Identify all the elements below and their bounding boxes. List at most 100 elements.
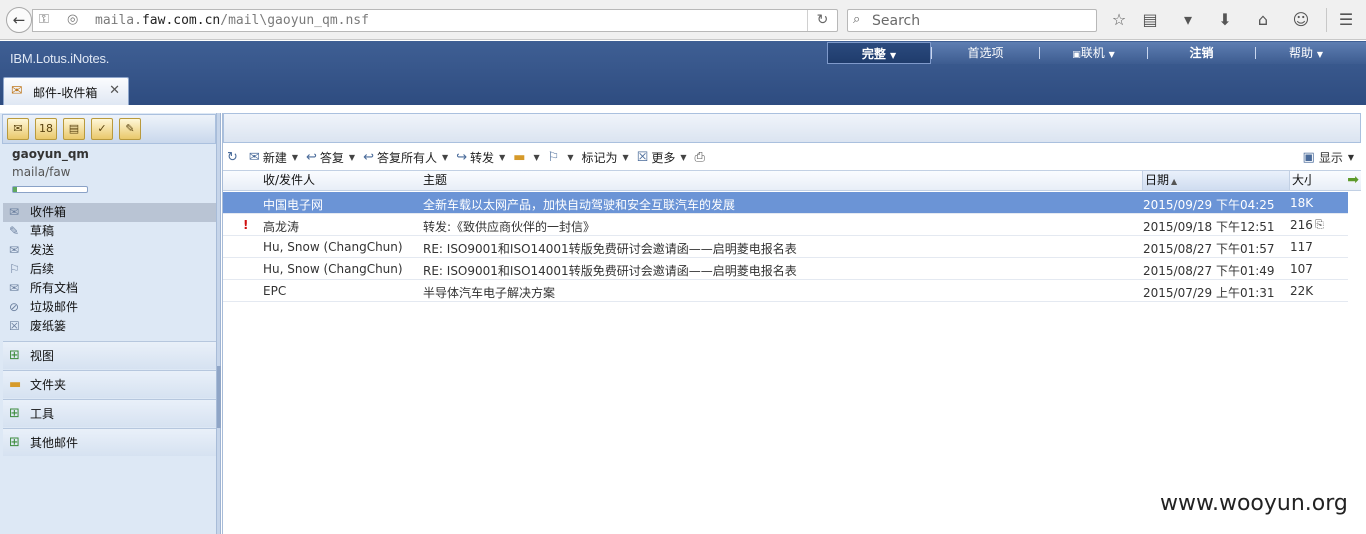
tab-label: 邮件-收件箱 xyxy=(33,86,98,100)
column-date[interactable]: 日期 ▲ xyxy=(1142,171,1290,190)
user-name: gaoyun_qm xyxy=(12,147,89,161)
message-from: EPC xyxy=(263,284,287,298)
folder-list: ✉ 收件箱 ✎ 草稿 ✉ 发送 ⚐ 后续 ✉ 所有文档 ⊘ 垃圾邮件 ☒ 废纸篓 xyxy=(3,203,216,336)
contacts-icon[interactable]: ▤ xyxy=(63,118,85,140)
menu-help[interactable]: 帮助 ▼ xyxy=(1256,42,1356,64)
next-arrow-icon[interactable]: ➡ xyxy=(1347,172,1359,188)
more-button[interactable]: ☒ 更多 ▼ xyxy=(637,149,687,166)
refresh-button[interactable]: ↻ xyxy=(227,150,241,165)
sort-ascending-icon: ▲ xyxy=(1171,177,1178,186)
menu-logout[interactable]: 注销 xyxy=(1148,42,1255,64)
home-icon[interactable]: ⌂ xyxy=(1251,9,1275,31)
download-icon[interactable]: ⬇ xyxy=(1213,9,1237,31)
quota-fill xyxy=(13,187,17,192)
message-row[interactable]: Hu, Snow (ChangChun) RE: ISO9001和ISO14001… xyxy=(223,236,1348,258)
forward-button[interactable]: ↪ 转发 ▼ xyxy=(456,149,505,166)
reply-icon: ↩ xyxy=(305,149,317,165)
sent-icon: ✉ xyxy=(9,243,20,257)
chevron-down-icon: ▼ xyxy=(1316,50,1323,59)
folder-junk[interactable]: ⊘ 垃圾邮件 xyxy=(3,298,216,317)
search-input[interactable] xyxy=(872,12,1092,29)
message-row[interactable]: 中国电子网 全新车载以太网产品，加快自动驾驶和安全互联汽车的发展 2015/09/2… xyxy=(223,192,1348,214)
globe-icon: ◎ xyxy=(67,12,79,27)
chat-icon[interactable]: ☺ xyxy=(1289,9,1313,31)
bookmark-star-icon[interactable]: ☆ xyxy=(1107,9,1131,31)
tab-strip: ✉ 邮件-收件箱 ✕ xyxy=(0,75,1366,105)
menu-preferences[interactable]: 首选项 xyxy=(932,42,1039,64)
documents-icon: ✉ xyxy=(9,281,20,295)
message-list: 中国电子网 全新车载以太网产品，加快自动驾驶和安全互联汽车的发展 2015/09/2… xyxy=(223,192,1348,302)
group-tools[interactable]: ⊞ 工具 xyxy=(3,399,216,427)
mail-view: ↻ ✉ 新建 ▼ ↩ 答复 ▼ ↩ 答复所有人 ▼ ↪ 转发 ▼ ▬ ▼ ⚐ ▼ 标记为 ▼ ☒ 更多 ▼… xyxy=(222,113,1361,534)
display-icon: ▣ xyxy=(1302,150,1315,165)
user-server: maila/faw xyxy=(12,165,71,179)
group-views[interactable]: ⊞ 视图 xyxy=(3,341,216,369)
column-from[interactable]: 收/发件人 xyxy=(263,171,315,190)
message-row[interactable]: Hu, Snow (ChangChun) RE: ISO9001和ISO14001… xyxy=(223,258,1348,280)
sidebar: ✉ 18 ▤ ✓ ✎ gaoyun_qm maila/faw ✉ 收件箱 ✎ 草稿 … xyxy=(0,113,217,534)
message-date: 2015/07/29 上午01:31 xyxy=(1143,286,1275,300)
group-other-mail[interactable]: ⊞ 其他邮件 xyxy=(3,428,216,456)
reply-all-icon: ↩ xyxy=(363,149,374,165)
brand-logo: IBM.Lotus.iNotes. xyxy=(10,51,110,66)
column-size[interactable]: 大小 xyxy=(1292,171,1312,190)
message-size: 107 xyxy=(1290,262,1313,276)
display-button[interactable]: ▣ 显示 ▼ xyxy=(1303,149,1354,166)
message-row[interactable]: ! 高龙涛 转发:《致供应商伙伴的一封信》 2015/09/18 下午12:51 216… xyxy=(223,214,1348,236)
chevron-down-icon: ▼ xyxy=(441,152,449,162)
menu-full-mode[interactable]: 完整 ▼ xyxy=(827,42,931,64)
chevron-down-icon: ▼ xyxy=(567,152,574,162)
chevron-down-icon: ▼ xyxy=(533,152,540,162)
chevron-down-icon: ▼ xyxy=(1347,153,1354,162)
message-date: 2015/09/29 下午04:25 xyxy=(1143,198,1275,212)
watermark: www.wooyun.org xyxy=(1160,491,1348,516)
follow-up-button[interactable]: ⚐ ▼ xyxy=(548,150,574,165)
forward-icon: ↪ xyxy=(456,149,468,165)
mail-icon: ✉ xyxy=(11,83,23,99)
splitter-grip[interactable] xyxy=(217,366,221,428)
search-box[interactable]: ⌕ xyxy=(847,9,1097,32)
folder-trash[interactable]: ☒ 废纸篓 xyxy=(3,317,216,336)
folder-sent[interactable]: ✉ 发送 xyxy=(3,241,216,260)
folder-follow-up[interactable]: ⚐ 后续 xyxy=(3,260,216,279)
reload-button[interactable]: ↻ xyxy=(807,10,837,31)
new-button[interactable]: ✉ 新建 ▼ xyxy=(249,149,298,166)
url-bar[interactable]: ⚿ ◎ maila.faw.com.cn/mail\gaoyun_qm.nsf … xyxy=(32,9,838,32)
close-icon[interactable]: ✕ xyxy=(109,83,120,98)
print-button[interactable]: ⎙ xyxy=(694,150,707,165)
notebook-icon[interactable]: ✎ xyxy=(119,118,141,140)
todo-icon[interactable]: ✓ xyxy=(91,118,113,140)
group-folders[interactable]: ▬ 文件夹 xyxy=(3,370,216,398)
reply-button[interactable]: ↩ 答复 ▼ xyxy=(306,149,355,166)
tab-mail-inbox[interactable]: ✉ 邮件-收件箱 ✕ xyxy=(3,77,129,105)
reading-list-icon[interactable]: ▤ xyxy=(1138,9,1162,31)
menu-icon[interactable]: ☰ xyxy=(1334,9,1358,31)
message-subject: RE: ISO9001和ISO14001转版免费研讨会邀请函——启明菱电报名表 xyxy=(423,242,797,256)
message-from: Hu, Snow (ChangChun) xyxy=(263,240,403,254)
sidebar-splitter[interactable] xyxy=(217,113,221,534)
back-button[interactable]: ← xyxy=(6,7,32,33)
pocket-icon[interactable]: ▾ xyxy=(1176,9,1200,31)
folder-all-documents[interactable]: ✉ 所有文档 xyxy=(3,279,216,298)
message-size: 18K xyxy=(1290,196,1314,210)
top-menu: 完整 ▼ 首选项 ▣联机 ▼ 注销 帮助 ▼ xyxy=(827,42,1366,64)
move-to-folder-button[interactable]: ▬ ▼ xyxy=(513,150,539,165)
reply-all-button[interactable]: ↩ 答复所有人 ▼ xyxy=(363,149,448,166)
print-icon: ⎙ xyxy=(694,149,705,165)
back-arrow-icon: ← xyxy=(12,11,26,29)
message-from: 中国电子网 xyxy=(263,198,324,212)
computer-icon: ▣ xyxy=(1072,50,1081,60)
folder-inbox[interactable]: ✉ 收件箱 xyxy=(3,203,216,222)
mail-icon[interactable]: ✉ xyxy=(7,118,29,140)
folder-drafts[interactable]: ✎ 草稿 xyxy=(3,222,216,241)
view-header xyxy=(223,113,1361,143)
message-subject: RE: ISO9001和ISO14001转版免费研讨会邀请函——启明菱电报名表 xyxy=(423,264,797,278)
column-subject[interactable]: 主题 xyxy=(423,171,447,190)
calendar-icon[interactable]: 18 xyxy=(35,118,57,140)
chevron-down-icon: ▼ xyxy=(348,152,356,162)
folder-icon: ▬ xyxy=(513,149,526,165)
mark-as-button[interactable]: 标记为 ▼ xyxy=(581,149,628,166)
message-row[interactable]: EPC 半导体汽车电子解决方案 2015/07/29 上午01:31 22K xyxy=(223,280,1348,302)
chevron-down-icon: ▼ xyxy=(1108,50,1115,59)
menu-online[interactable]: ▣联机 ▼ xyxy=(1040,42,1147,64)
